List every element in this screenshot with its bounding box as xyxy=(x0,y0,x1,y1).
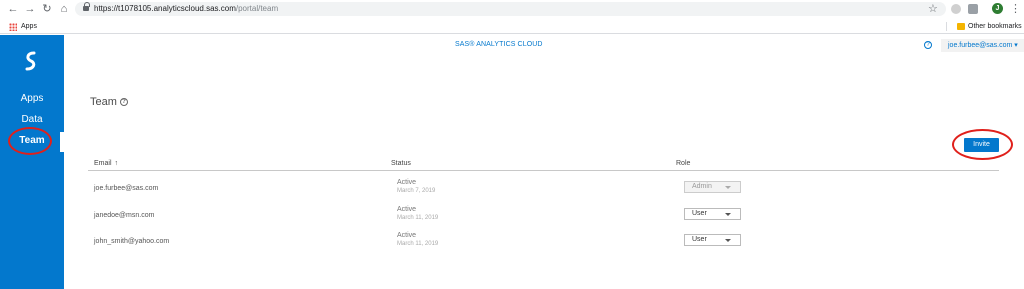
help-icon[interactable]: ? xyxy=(924,41,932,49)
sidebar-item-apps[interactable]: Apps xyxy=(0,92,64,105)
email-cell: joe.furbee@sas.com xyxy=(94,185,159,192)
app-root: Apps Data Team SAS® ANALYTICS CLOUD ? jo… xyxy=(0,35,1024,289)
chevron-down-icon xyxy=(725,186,731,189)
chevron-down-icon xyxy=(725,239,731,242)
back-arrow-icon[interactable]: ← xyxy=(6,2,20,16)
column-header-status: Status xyxy=(391,160,411,167)
browser-toolbar: ← → ↻ ⌂ https://t1078105.analyticscloud.… xyxy=(0,0,1024,19)
status-cell: Active xyxy=(397,179,417,186)
sort-ascending-icon[interactable]: ↑ xyxy=(115,160,119,167)
extension-icon[interactable] xyxy=(968,4,978,14)
profile-avatar[interactable]: J xyxy=(992,3,1003,14)
status-cell: Active xyxy=(397,232,417,239)
status-cell: Active xyxy=(397,206,417,213)
divider xyxy=(946,22,947,31)
folder-icon xyxy=(957,23,965,30)
bookmark-apps[interactable]: Apps xyxy=(21,21,37,32)
address-bar[interactable]: https://t1078105.analyticscloud.sas.com/… xyxy=(75,2,946,16)
page-title: Team xyxy=(90,96,117,108)
column-header-email[interactable]: Email ↑ xyxy=(94,159,118,169)
date-cell: March 7, 2019 xyxy=(397,188,436,194)
apps-grid-icon[interactable] xyxy=(9,23,17,31)
forward-arrow-icon[interactable]: → xyxy=(23,2,37,16)
table-row: joe.furbee@sas.com Active March 7, 2019 … xyxy=(0,176,1024,202)
sas-logo-icon[interactable] xyxy=(22,51,40,71)
sidebar-item-team[interactable]: Team xyxy=(0,134,64,147)
role-select[interactable]: User xyxy=(684,234,741,246)
role-select[interactable]: User xyxy=(684,208,741,220)
divider xyxy=(88,170,999,171)
help-icon[interactable]: ? xyxy=(120,98,128,106)
other-bookmarks[interactable]: Other bookmarks xyxy=(968,21,1022,32)
role-select: Admin xyxy=(684,181,741,193)
email-cell: john_smith@yahoo.com xyxy=(94,238,170,245)
sidebar-item-data[interactable]: Data xyxy=(0,113,64,126)
extension-icon[interactable] xyxy=(951,4,961,14)
home-icon[interactable]: ⌂ xyxy=(57,2,71,16)
table-row: john_smith@yahoo.com Active March 11, 20… xyxy=(0,229,1024,255)
email-cell: janedoe@msn.com xyxy=(94,212,155,219)
column-header-role: Role xyxy=(676,160,691,167)
date-cell: March 11, 2019 xyxy=(397,241,439,247)
star-icon[interactable]: ☆ xyxy=(928,2,938,16)
url-text: https://t1078105.analyticscloud.sas.com/… xyxy=(94,4,279,13)
chevron-down-icon xyxy=(725,213,731,216)
table-row: janedoe@msn.com Active March 11, 2019 Us… xyxy=(0,203,1024,229)
kebab-menu-icon[interactable]: ⋮ xyxy=(1010,2,1021,16)
lock-icon xyxy=(83,2,90,12)
reload-icon[interactable]: ↻ xyxy=(40,2,54,16)
bookmarks-bar: Apps Other bookmarks xyxy=(0,19,1024,34)
date-cell: March 11, 2019 xyxy=(397,215,439,221)
user-menu[interactable]: joe.furbee@sas.com ▾ xyxy=(941,39,1024,52)
active-indicator xyxy=(60,132,64,152)
invite-button[interactable]: Invite xyxy=(964,138,999,152)
app-title: SAS® ANALYTICS CLOUD xyxy=(455,41,543,48)
